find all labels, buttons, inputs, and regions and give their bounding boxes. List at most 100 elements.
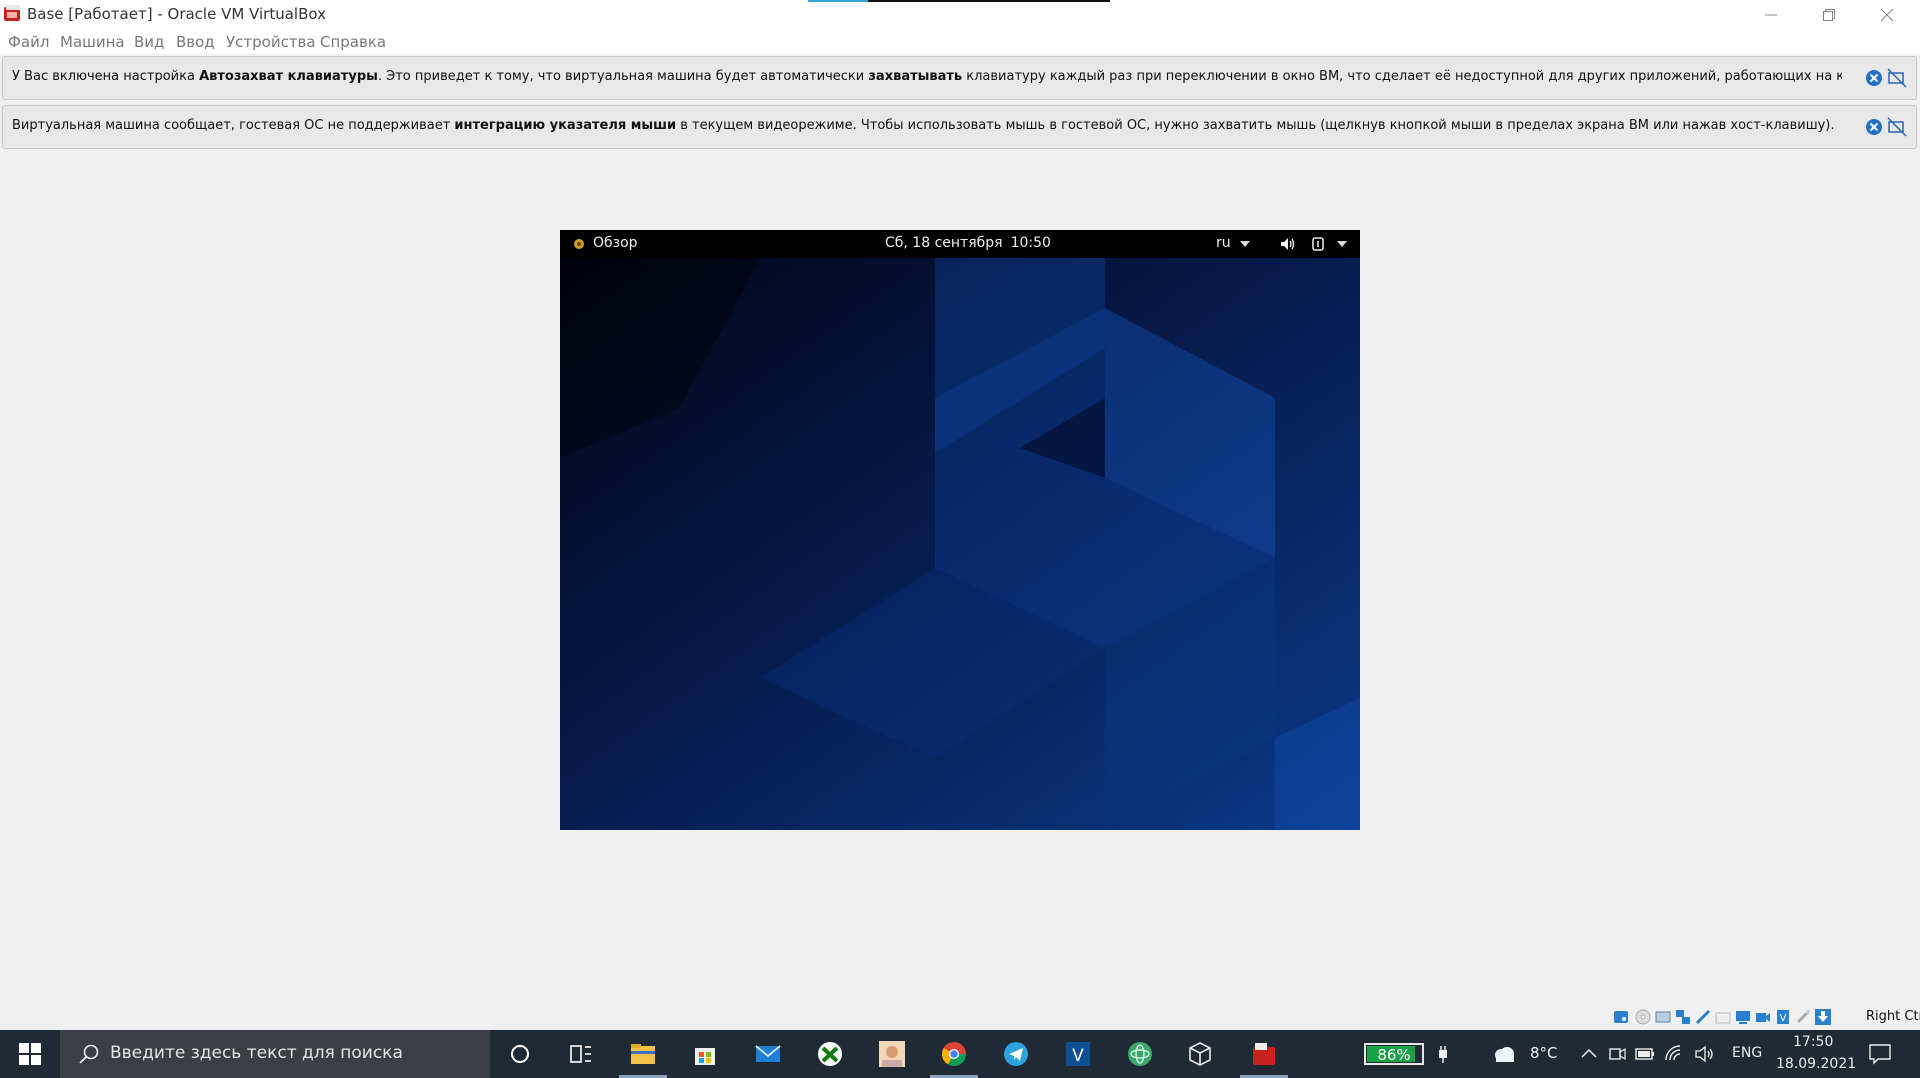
- window-titlebar: Base [Работает] - Oracle VM VirtualBox: [0, 0, 1920, 30]
- svg-text:V: V: [1072, 1046, 1084, 1066]
- taskbar-store[interactable]: [677, 1030, 733, 1078]
- plug-icon: [1439, 1046, 1447, 1063]
- audio-icon[interactable]: [1654, 1008, 1672, 1026]
- mouse-integration-icon[interactable]: [1794, 1008, 1812, 1026]
- close-button[interactable]: [1858, 0, 1916, 30]
- chevron-down-icon: [1337, 241, 1347, 247]
- taskbar-clock-time[interactable]: 17:50: [1793, 1034, 1833, 1050]
- menu-view[interactable]: Вид: [134, 33, 164, 51]
- taskbar-atom[interactable]: [1112, 1030, 1168, 1078]
- gnome-time: 10:50: [1010, 235, 1051, 251]
- menu-help[interactable]: Справка: [320, 33, 386, 51]
- notice-text-part: в текущем видеорежиме. Чтобы использоват…: [676, 118, 1835, 133]
- notice-close-icon[interactable]: [1865, 118, 1883, 136]
- gnome-date: Сб, 18 сентября: [885, 235, 1003, 251]
- mail-icon: [755, 1045, 781, 1062]
- folder-icon: [631, 1044, 655, 1064]
- optical-drive-icon[interactable]: [1634, 1008, 1652, 1026]
- cortana-button[interactable]: [492, 1030, 548, 1078]
- xbox-icon: [818, 1042, 842, 1066]
- telegram-icon: [1004, 1042, 1028, 1066]
- title-progress-fill: [808, 0, 869, 2]
- notice-close-icon[interactable]: [1865, 69, 1883, 87]
- windows-logo-icon: [19, 1043, 41, 1065]
- notice-text-part: У Вас включена настройка: [12, 69, 200, 84]
- usb-icon[interactable]: [1694, 1008, 1712, 1026]
- task-view-button[interactable]: [552, 1030, 608, 1078]
- taskbar-mail[interactable]: [740, 1030, 796, 1078]
- chevron-down-icon: [1240, 241, 1250, 247]
- taskbar-xbox[interactable]: [802, 1030, 858, 1078]
- virtualization-icon[interactable]: V: [1774, 1008, 1792, 1026]
- minimize-icon: [1765, 14, 1777, 16]
- display-icon[interactable]: [1734, 1008, 1752, 1026]
- video-capture-icon[interactable]: [1754, 1008, 1772, 1026]
- menu-bar: Файл Машина Вид Ввод Устройства Справка: [0, 30, 1920, 54]
- keyboard-language[interactable]: ENG: [1732, 1045, 1762, 1061]
- battery-meter[interactable]: 86%: [1364, 1043, 1424, 1065]
- volume-icon[interactable]: [1280, 237, 1296, 251]
- gnome-clock[interactable]: Сб, 18 сентября 10:50: [885, 235, 1059, 251]
- search-icon: [79, 1044, 99, 1064]
- taskbar-3d-viewer[interactable]: [1172, 1030, 1228, 1078]
- wifi-icon[interactable]: [1664, 1044, 1686, 1064]
- notice-dont-show-icon[interactable]: [1887, 68, 1907, 88]
- window-title: Base [Работает] - Oracle VM VirtualBox: [27, 5, 326, 23]
- notice-dont-show-icon[interactable]: [1887, 117, 1907, 137]
- meet-now-icon[interactable]: [1606, 1044, 1628, 1064]
- mouse-integration-notice: Виртуальная машина сообщает, гостевая ОС…: [2, 105, 1917, 149]
- battery-percent: 86%: [1377, 1046, 1411, 1064]
- minimize-button[interactable]: [1742, 0, 1800, 30]
- gnome-top-bar: Обзор Сб, 18 сентября 10:50 ru: [560, 230, 1360, 258]
- notification-center-icon[interactable]: [1868, 1042, 1892, 1066]
- chrome-icon: [941, 1042, 966, 1067]
- gnome-wallpaper: [560, 258, 1360, 830]
- menu-file[interactable]: Файл: [8, 33, 49, 51]
- activities-icon: [574, 239, 584, 249]
- power-icon[interactable]: [1310, 236, 1326, 252]
- vm-display[interactable]: Обзор Сб, 18 сентября 10:50 ru: [560, 230, 1360, 830]
- keyboard-capture-icon[interactable]: [1814, 1008, 1832, 1026]
- notice-text-bold: интеграцию указателя мыши: [454, 118, 677, 133]
- svg-text:V: V: [1780, 1013, 1787, 1024]
- taskbar-visual-studio[interactable]: V: [1050, 1030, 1106, 1078]
- host-key-label: Right Ctrl: [1866, 1009, 1920, 1024]
- weather-temperature[interactable]: 8°C: [1530, 1044, 1558, 1062]
- close-icon: [1880, 8, 1894, 22]
- battery-icon[interactable]: [1634, 1044, 1656, 1064]
- cube-icon: [1189, 1042, 1211, 1066]
- menu-devices[interactable]: Устройства: [226, 33, 316, 51]
- taskbar-chrome[interactable]: [926, 1030, 982, 1078]
- network-icon[interactable]: [1674, 1008, 1692, 1026]
- speaker-icon[interactable]: [1694, 1044, 1716, 1064]
- taskbar-virtualbox[interactable]: [1236, 1030, 1292, 1078]
- notice-text-part: Виртуальная машина сообщает, гостевая ОС…: [12, 118, 455, 133]
- menu-input[interactable]: Ввод: [176, 33, 215, 51]
- notice-text-part: . Это приведет к тому, что виртуальная м…: [377, 69, 869, 84]
- weather-cloud-icon[interactable]: [1490, 1044, 1518, 1064]
- title-progress-bar: [808, 0, 1110, 2]
- chevron-up-icon[interactable]: [1578, 1044, 1600, 1064]
- taskbar-telegram[interactable]: [988, 1030, 1044, 1078]
- restore-button[interactable]: [1800, 0, 1858, 30]
- windows-taskbar: Введите здесь текст для поиска V 86% 8°C…: [0, 1030, 1920, 1078]
- search-placeholder: Введите здесь текст для поиска: [110, 1043, 403, 1063]
- keyboard-capture-notice: У Вас включена настройка Автозахват клав…: [2, 56, 1917, 100]
- virtualbox-icon: [1253, 1043, 1275, 1065]
- task-view-icon: [570, 1045, 591, 1063]
- hard-disk-icon[interactable]: [1612, 1008, 1630, 1026]
- notice-text: Виртуальная машина сообщает, гостевая ОС…: [12, 118, 1842, 133]
- start-button[interactable]: [0, 1030, 60, 1078]
- activities-button[interactable]: Обзор: [593, 235, 638, 251]
- taskbar-anime-app[interactable]: [864, 1030, 920, 1078]
- taskbar-clock-date[interactable]: 18.09.2021: [1776, 1056, 1856, 1072]
- notice-text: У Вас включена настройка Автозахват клав…: [12, 69, 1842, 84]
- menu-machine[interactable]: Машина: [60, 33, 125, 51]
- keyboard-layout-indicator[interactable]: ru: [1216, 235, 1231, 251]
- taskbar-file-explorer[interactable]: [615, 1030, 671, 1078]
- atom-icon: [1128, 1042, 1152, 1066]
- taskbar-search-box[interactable]: Введите здесь текст для поиска: [60, 1030, 490, 1078]
- virtualbox-icon: [4, 5, 20, 21]
- vs-icon: V: [1066, 1042, 1090, 1066]
- shared-folders-icon[interactable]: [1714, 1008, 1732, 1026]
